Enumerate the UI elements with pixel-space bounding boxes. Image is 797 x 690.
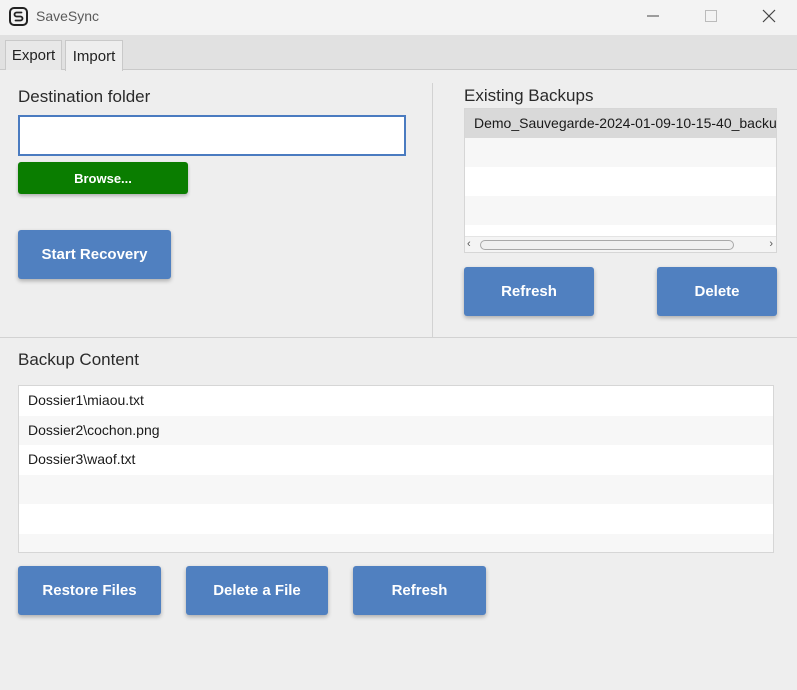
existing-backups-list[interactable]: Demo_Sauvegarde-2024-01-09-10-15-40_back… — [464, 108, 777, 253]
refresh-backups-button[interactable]: Refresh — [464, 267, 594, 316]
backup-list-empty-row — [465, 196, 776, 225]
destination-folder-input[interactable] — [18, 115, 406, 156]
start-recovery-button[interactable]: Start Recovery — [18, 230, 171, 279]
window-title: SaveSync — [36, 8, 100, 24]
close-button[interactable] — [740, 0, 797, 32]
close-icon — [762, 9, 776, 23]
vertical-divider — [432, 83, 433, 337]
tab-import[interactable]: Import — [65, 40, 123, 71]
scroll-left-icon[interactable]: ‹ — [467, 238, 471, 250]
app-logo-icon — [9, 7, 28, 26]
tab-export[interactable]: Export — [5, 40, 62, 70]
content-list-item[interactable]: Dossier2\cochon.png — [19, 415, 773, 445]
refresh-content-button[interactable]: Refresh — [353, 566, 486, 615]
title-bar: SaveSync — [0, 0, 797, 35]
delete-file-button[interactable]: Delete a File — [186, 566, 328, 615]
restore-files-button[interactable]: Restore Files — [18, 566, 161, 615]
backup-content-label: Backup Content — [18, 350, 139, 369]
existing-backups-label: Existing Backups — [464, 86, 594, 105]
horizontal-divider — [0, 337, 797, 338]
scrollbar-thumb[interactable] — [480, 240, 734, 250]
backup-list-empty-row — [465, 167, 776, 196]
backup-content-list[interactable]: Dossier1\miaou.txt Dossier2\cochon.png D… — [18, 385, 774, 553]
content-list-empty-row — [19, 533, 773, 552]
content-list-empty-row — [19, 474, 773, 504]
maximize-icon — [705, 10, 717, 22]
backup-list-empty-row — [465, 138, 776, 167]
maximize-button[interactable] — [682, 0, 740, 32]
content-list-item[interactable]: Dossier3\waof.txt — [19, 445, 773, 475]
destination-folder-label: Destination folder — [18, 87, 151, 106]
tab-strip: Export Import — [0, 35, 797, 71]
content-list-item[interactable]: Dossier1\miaou.txt — [19, 386, 773, 416]
browse-button[interactable]: Browse... — [18, 162, 188, 194]
content-list-empty-row — [19, 504, 773, 534]
minimize-button[interactable] — [624, 0, 682, 32]
backup-list-item[interactable]: Demo_Sauvegarde-2024-01-09-10-15-40_back… — [465, 109, 776, 138]
horizontal-scrollbar[interactable]: ‹ › — [465, 236, 776, 252]
delete-backup-button[interactable]: Delete — [657, 267, 777, 316]
scroll-right-icon[interactable]: › — [769, 238, 773, 250]
minimize-icon — [647, 15, 659, 17]
